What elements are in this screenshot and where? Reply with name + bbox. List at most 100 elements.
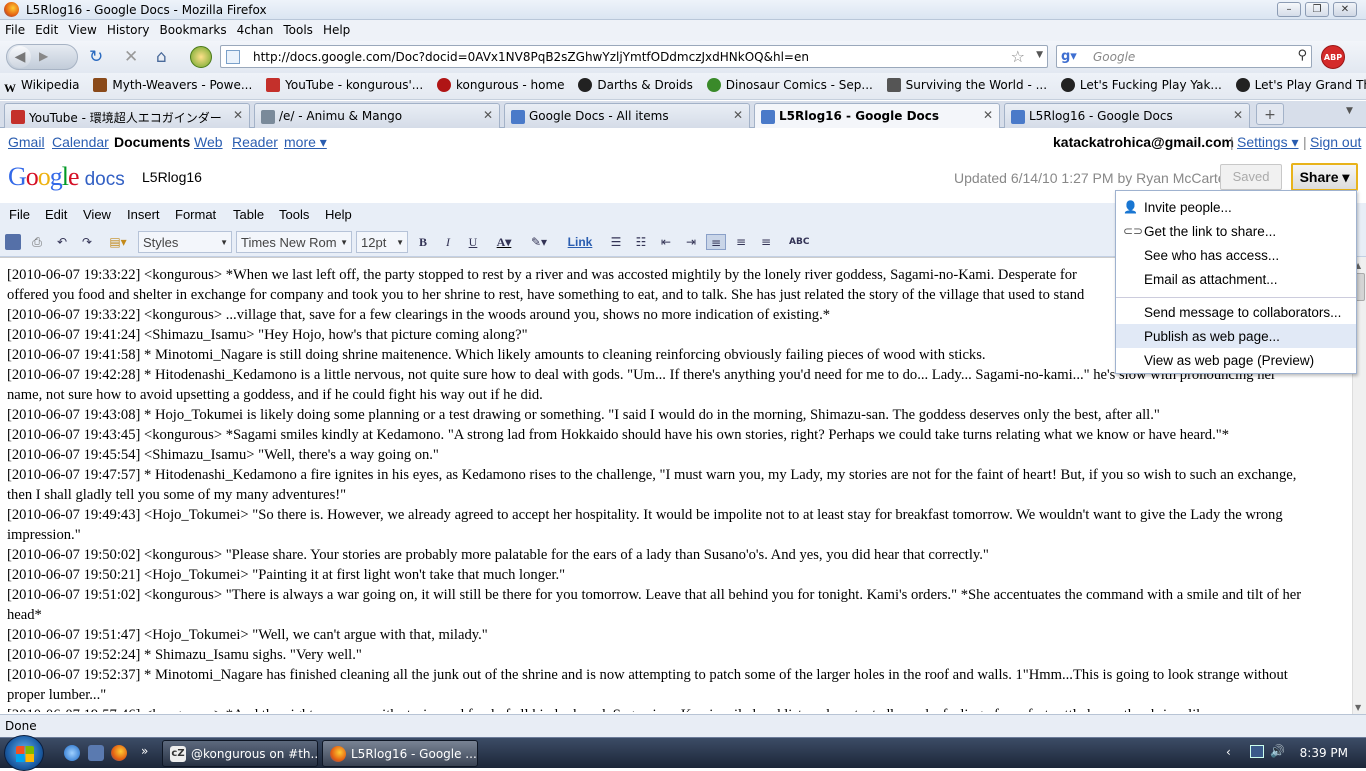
- decrease-indent-icon[interactable]: ⇤: [658, 234, 674, 250]
- start-button[interactable]: [4, 735, 44, 771]
- menu-item-view-web-page[interactable]: View as web page (Preview): [1116, 348, 1356, 372]
- new-tab-button[interactable]: +: [1256, 103, 1284, 125]
- bookmark-item[interactable]: Surviving the World - ...: [883, 73, 1053, 99]
- bookmark-item[interactable]: Darths & Droids: [574, 73, 699, 99]
- show-desktop-icon[interactable]: [88, 745, 104, 761]
- menu-edit[interactable]: Edit: [30, 21, 63, 39]
- text-color-icon[interactable]: A▾: [490, 234, 518, 250]
- network-icon[interactable]: [1250, 745, 1264, 758]
- bookmark-star-icon[interactable]: ☆: [1011, 47, 1025, 66]
- highlight-color-icon[interactable]: ✎▾: [525, 234, 553, 250]
- menu-view[interactable]: View: [63, 21, 101, 39]
- styles-select[interactable]: Styles ▼: [138, 231, 232, 253]
- doc-menu-help[interactable]: Help: [325, 207, 352, 222]
- back-icon[interactable]: ◀: [9, 46, 31, 68]
- menu-item-publish[interactable]: Publish as web page...: [1116, 324, 1356, 348]
- menu-file[interactable]: File: [0, 21, 30, 39]
- taskbar-item-irc[interactable]: cZ @kongurous on #th...: [162, 740, 318, 767]
- save-icon[interactable]: [5, 234, 21, 250]
- volume-icon[interactable]: 🔊: [1270, 744, 1285, 758]
- quicklaunch-overflow-icon[interactable]: »: [141, 744, 148, 758]
- bookmark-item[interactable]: YouTube - kongurous'...: [262, 73, 429, 99]
- clock[interactable]: 8:39 PM: [1300, 746, 1348, 760]
- close-tab-icon[interactable]: ✕: [233, 108, 243, 122]
- minimize-button[interactable]: –: [1277, 2, 1301, 17]
- doc-menu-edit[interactable]: Edit: [45, 207, 67, 222]
- gbar-link-gmail[interactable]: Gmail: [8, 134, 45, 150]
- increase-indent-icon[interactable]: ⇥: [683, 234, 699, 250]
- doc-menu-table[interactable]: Table: [233, 207, 264, 222]
- font-select[interactable]: Times New Rom ▼: [236, 231, 352, 253]
- underline-icon[interactable]: U: [465, 234, 481, 250]
- menu-item-email-attachment[interactable]: Email as attachment...: [1116, 267, 1356, 291]
- close-tab-icon[interactable]: ✕: [1233, 108, 1243, 122]
- search-bar[interactable]: g▾ Google ⚲: [1056, 45, 1312, 68]
- align-center-icon[interactable]: ≡: [733, 234, 749, 250]
- reload-icon[interactable]: ↻: [89, 47, 103, 67]
- menu-item-get-link[interactable]: ⊂⊃ Get the link to share...: [1116, 219, 1356, 243]
- spellcheck-icon[interactable]: ABC: [789, 234, 809, 250]
- tab-animu[interactable]: /e/ - Animu & Mango ✕: [254, 103, 500, 128]
- share-button[interactable]: Share ▾: [1291, 163, 1358, 191]
- bookmark-item[interactable]: kongurous - home: [433, 73, 571, 99]
- adblock-icon[interactable]: ABP: [1321, 45, 1345, 69]
- addon-icon[interactable]: [190, 46, 212, 68]
- gbar-link-web[interactable]: Web: [194, 134, 223, 150]
- menu-tools[interactable]: Tools: [278, 21, 318, 39]
- menu-help[interactable]: Help: [318, 21, 355, 39]
- align-right-icon[interactable]: ≡: [758, 234, 774, 250]
- insert-link-button[interactable]: Link: [567, 234, 593, 250]
- menu-history[interactable]: History: [102, 21, 155, 39]
- menu-item-invite-people[interactable]: 👤 Invite people...: [1116, 195, 1356, 219]
- bulleted-list-icon[interactable]: ☷: [633, 234, 649, 250]
- print-icon[interactable]: ⎙: [29, 234, 45, 250]
- list-tabs-icon[interactable]: ▼: [1346, 106, 1353, 116]
- forward-icon[interactable]: ▶: [39, 49, 48, 63]
- firefox-icon[interactable]: [111, 745, 127, 761]
- stop-icon[interactable]: ✕: [124, 47, 138, 67]
- taskbar-item-firefox[interactable]: L5Rlog16 - Google ...: [322, 740, 478, 767]
- bookmark-item[interactable]: Dinosaur Comics - Sep...: [703, 73, 879, 99]
- italic-icon[interactable]: I: [440, 234, 456, 250]
- close-tab-icon[interactable]: ✕: [983, 108, 993, 122]
- gbar-link-calendar[interactable]: Calendar: [52, 134, 109, 150]
- tab-l5rlog16-active[interactable]: L5Rlog16 - Google Docs ✕: [754, 103, 1000, 129]
- font-size-select[interactable]: 12pt ▼: [356, 231, 408, 253]
- bold-icon[interactable]: B: [415, 234, 431, 250]
- signout-link[interactable]: Sign out: [1310, 134, 1361, 150]
- align-left-icon[interactable]: ≡: [706, 234, 726, 250]
- tab-youtube[interactable]: YouTube - 環境超人エコガインダー ✕: [4, 103, 250, 128]
- close-tab-icon[interactable]: ✕: [733, 108, 743, 122]
- undo-icon[interactable]: ↶: [54, 234, 70, 250]
- scroll-down-icon[interactable]: ▼: [1355, 703, 1361, 712]
- ie-icon[interactable]: [64, 745, 80, 761]
- home-icon[interactable]: ⌂: [156, 47, 167, 67]
- search-icon[interactable]: ⚲: [1297, 48, 1307, 63]
- redo-icon[interactable]: ↷: [79, 234, 95, 250]
- menu-4chan[interactable]: 4chan: [232, 21, 279, 39]
- bookmark-item[interactable]: Let's Play Grand Theft ...: [1232, 73, 1366, 99]
- doc-menu-tools[interactable]: Tools: [279, 207, 309, 222]
- paint-format-icon[interactable]: ▤▾: [104, 234, 132, 250]
- gbar-link-reader[interactable]: Reader: [232, 134, 278, 150]
- bookmark-item[interactable]: W Wikipedia: [0, 73, 86, 99]
- google-docs-logo[interactable]: Google docs: [8, 162, 125, 192]
- doc-menu-insert[interactable]: Insert: [127, 207, 160, 222]
- doc-menu-file[interactable]: File: [9, 207, 30, 222]
- url-bar[interactable]: http://docs.google.com/Doc?docid=0AVx1NV…: [220, 45, 1048, 68]
- menu-bookmarks[interactable]: Bookmarks: [155, 21, 232, 39]
- settings-link[interactable]: Settings ▾: [1237, 134, 1299, 151]
- show-hidden-icons-icon[interactable]: ‹: [1226, 745, 1231, 759]
- bookmark-item[interactable]: Let's Fucking Play Yak...: [1057, 73, 1228, 99]
- maximize-button[interactable]: ❐: [1305, 2, 1329, 17]
- menu-item-see-access[interactable]: See who has access...: [1116, 243, 1356, 267]
- close-window-button[interactable]: ✕: [1333, 2, 1357, 17]
- document-name[interactable]: L5Rlog16: [142, 169, 202, 185]
- google-search-engine-icon[interactable]: g▾: [1061, 49, 1077, 65]
- doc-menu-format[interactable]: Format: [175, 207, 216, 222]
- doc-menu-view[interactable]: View: [83, 207, 111, 222]
- tab-docs-all-items[interactable]: Google Docs - All items ✕: [504, 103, 750, 128]
- numbered-list-icon[interactable]: ☰: [608, 234, 624, 250]
- tab-l5rlog16[interactable]: L5Rlog16 - Google Docs ✕: [1004, 103, 1250, 128]
- gbar-link-more[interactable]: more ▾: [284, 134, 327, 151]
